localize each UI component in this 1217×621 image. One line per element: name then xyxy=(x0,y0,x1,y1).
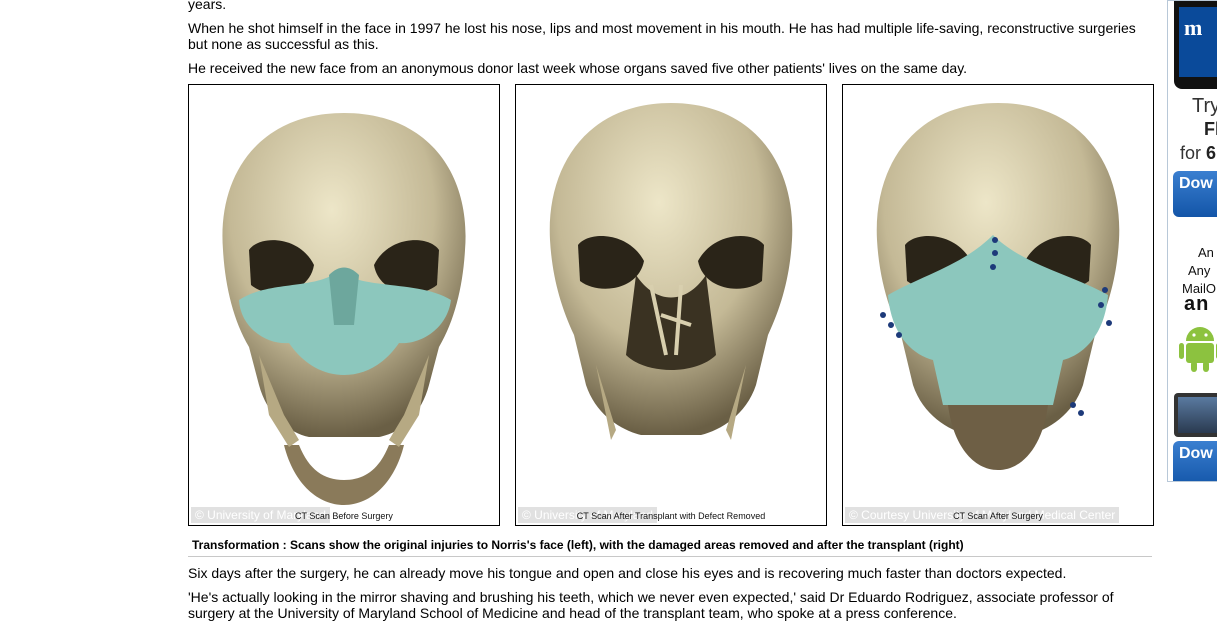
skull-after-graphic xyxy=(876,103,1120,470)
skull-before-graphic xyxy=(222,113,466,505)
scan-label: CT Scan Before Surgery xyxy=(295,511,393,521)
ad-line-b: Any xyxy=(1188,263,1211,278)
image-caption: Transformation : Scans show the original… xyxy=(192,538,964,552)
skull-defect-removed-graphic xyxy=(549,103,793,440)
phone-image: m xyxy=(1174,1,1217,89)
paragraph-2: He received the new face from an anonymo… xyxy=(188,60,968,76)
android-icon xyxy=(1179,327,1217,372)
ad-price: for 6 xyxy=(1180,143,1217,163)
scan-label: CT Scan After Transplant with Defect Rem… xyxy=(576,511,766,521)
tablet-image xyxy=(1174,393,1217,437)
download-button[interactable]: Dow it xyxy=(1173,441,1217,481)
paragraph-3: Six days after the surgery, he can alrea… xyxy=(188,565,1067,581)
ad-line-a: An xyxy=(1198,245,1214,260)
ad-brand-logo: an xyxy=(1184,293,1210,315)
app-advertisement[interactable]: m Try Fl for 6 Dow it An Any MailO an Do… xyxy=(1167,0,1217,482)
ad-subheadline: Fl xyxy=(1204,119,1217,139)
scan-label: CT Scan After Surgery xyxy=(953,511,1043,521)
ad-headline: Try xyxy=(1192,95,1217,117)
ct-scan-defect-removed-image[interactable]: © University of Maryland CT Scan After T… xyxy=(515,84,827,526)
ct-scan-after-image[interactable]: © Courtesy University of Maryland Medica… xyxy=(842,84,1154,526)
ct-scan-before-image[interactable]: © University of Maryland CT Scan Before … xyxy=(188,84,500,526)
mail-logo-icon: m xyxy=(1184,15,1203,40)
paragraph-years: years. xyxy=(188,0,227,12)
caption-divider xyxy=(188,556,1152,557)
download-button[interactable]: Dow it xyxy=(1173,171,1217,217)
paragraph-1: When he shot himself in the face in 1997… xyxy=(188,20,1136,52)
paragraph-4: 'He's actually looking in the mirror sha… xyxy=(188,589,1114,621)
